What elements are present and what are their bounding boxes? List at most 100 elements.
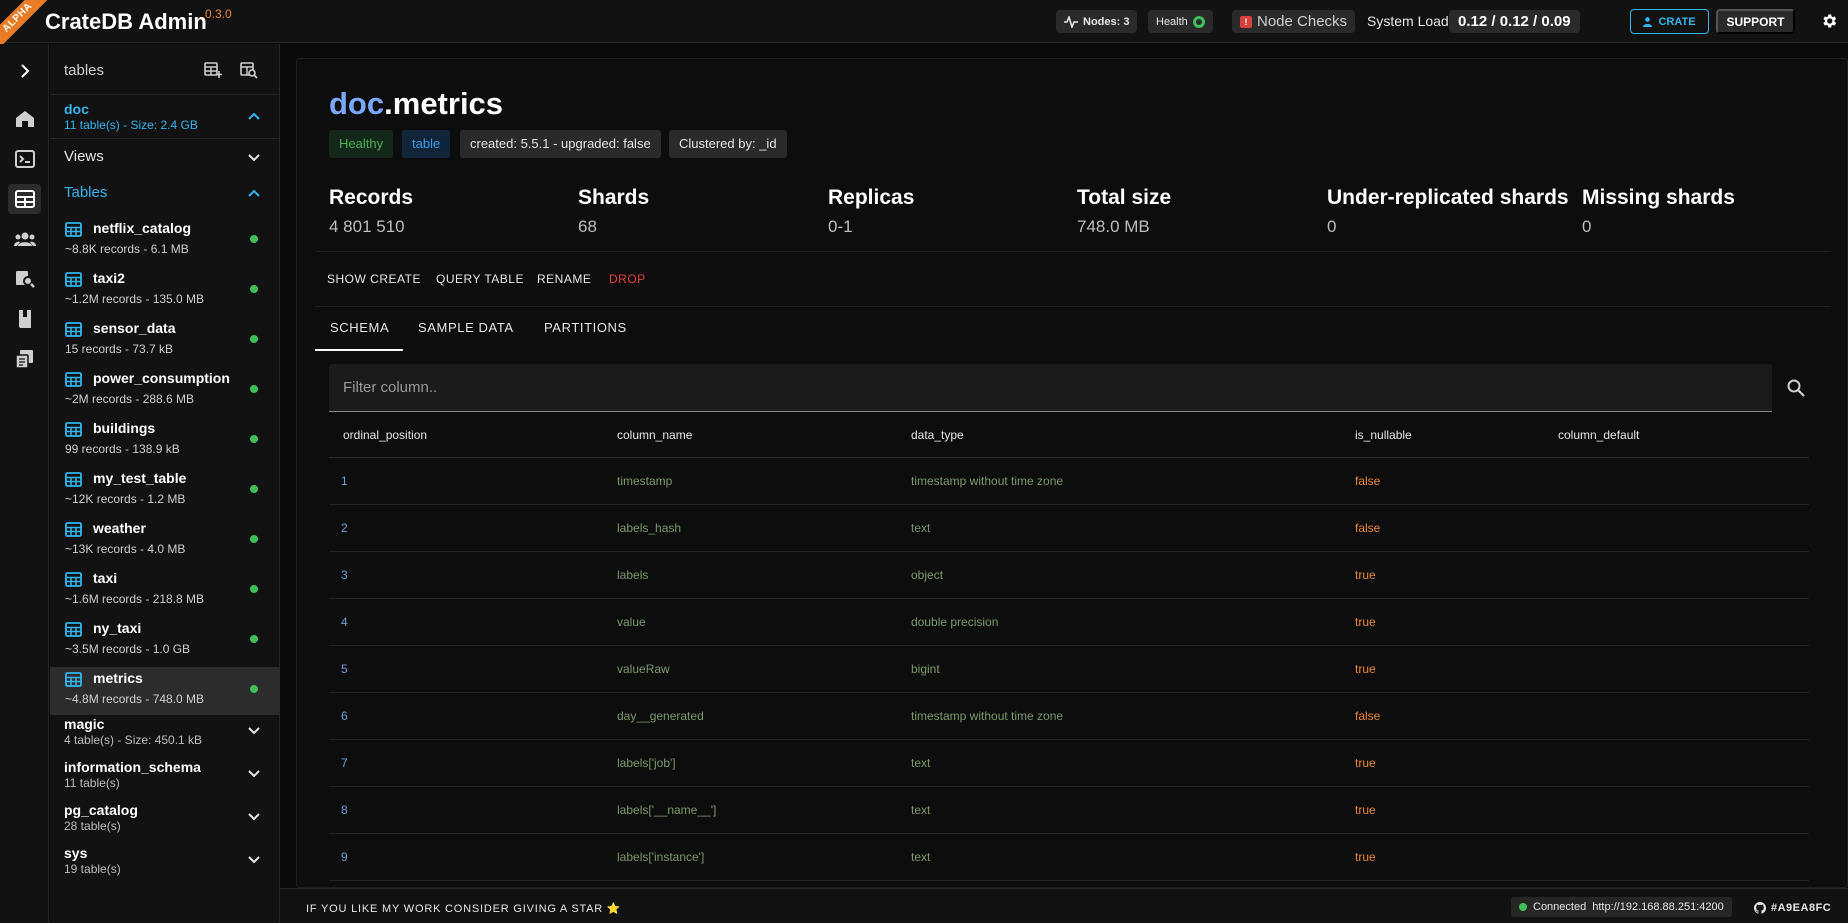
cell-type: timestamp without time zone [911,709,1064,723]
cell-pos: 8 [341,803,348,817]
connection-status: Connected http://192.168.88.251:4200 [1511,897,1732,917]
schema-magic[interactable]: magic 4 table(s) - Size: 450.1 kB [64,716,202,747]
table-row[interactable]: 9 labels['instance'] text true [329,834,1809,881]
table-row[interactable]: 2 labels_hash text false [329,505,1809,552]
column-header[interactable]: column_name [617,428,692,442]
cell-name: labels['instance'] [617,850,705,864]
connected-url: http://192.168.88.251:4200 [1592,901,1724,913]
show-create-button[interactable]: SHOW CREATE [327,272,421,286]
overview-icon[interactable] [8,104,41,134]
filter-column-field[interactable] [329,364,1772,412]
support-button[interactable]: SUPPORT [1716,9,1795,34]
rename-button[interactable]: RENAME [537,272,591,286]
schema-doc[interactable]: doc 11 table(s) - Size: 2.4 GB [64,101,198,132]
system-load-label: System Load [1367,13,1449,29]
query-table-button[interactable]: QUERY TABLE [436,272,524,286]
nodes-chip[interactable]: Nodes: 3 [1056,10,1138,33]
query-search-icon[interactable] [8,264,41,294]
health-chip[interactable]: Health [1148,10,1213,33]
github-commit[interactable]: #A9EA8FC [1754,902,1831,914]
chevron-up-icon[interactable] [247,109,261,123]
table-row[interactable]: 4 value double precision true [329,599,1809,646]
table-row[interactable]: 5 valueRaw bigint true [329,646,1809,693]
health-dot-icon [250,685,258,693]
console-icon[interactable] [8,144,41,174]
column-header[interactable]: ordinal_position [343,428,427,442]
chevron-down-icon[interactable] [247,151,261,165]
users-icon[interactable] [8,224,41,254]
cell-type: text [911,521,931,535]
stat-label: Shards [578,186,650,209]
search-table-icon[interactable] [240,61,258,79]
table-row[interactable]: 3 labels object true [329,552,1809,599]
table-info: ~1.6M records - 218.8 MB [65,592,205,606]
table-name: power_consumption [93,370,230,386]
schema-table-header: ordinal_position column_name data_type i… [329,412,1809,458]
sidebar-table-item[interactable]: power_consumption ~2M records - 288.6 MB [50,367,280,415]
connected-dot-icon [1519,903,1527,911]
cell-pos: 7 [341,756,348,770]
schema-pg-catalog[interactable]: pg_catalog 28 table(s) [64,802,138,833]
crate-button[interactable]: CRATE [1630,9,1709,34]
created-version-badge: created: 5.5.1 - upgraded: false [460,130,661,158]
sidebar-table-item[interactable]: weather ~13K records - 4.0 MB [50,517,280,565]
table-row[interactable]: 8 labels['__name__'] text true [329,787,1809,834]
cell-nullable: true [1355,803,1376,817]
cell-type: bigint [911,662,940,676]
star-message[interactable]: IF YOU LIKE MY WORK CONSIDER GIVING A ST… [306,902,621,915]
chevron-down-icon[interactable] [247,724,261,738]
icon-rail [0,44,49,923]
column-header[interactable]: is_nullable [1355,428,1412,442]
title-schema: doc [329,86,385,121]
stat-missing-shards: Missing shards 0 [1582,186,1735,237]
column-header[interactable]: column_default [1558,428,1639,442]
connected-label: Connected [1533,901,1587,913]
sidebar-table-item[interactable]: metrics ~4.8M records - 748.0 MB [50,667,280,715]
drop-button[interactable]: DROP [609,272,646,286]
tab-partitions[interactable]: PARTITIONS [544,320,627,335]
cell-nullable: false [1355,474,1381,488]
filter-column-input[interactable] [329,364,1772,411]
search-icon[interactable] [1786,378,1806,398]
chevron-up-icon[interactable] [247,186,261,200]
table-row[interactable]: 6 day__generated timestamp without time zo… [329,693,1809,740]
nodes-label: Nodes: 3 [1083,15,1130,28]
tables-icon[interactable] [8,184,41,214]
sidebar-table-item[interactable]: taxi ~1.6M records - 218.8 MB [50,567,280,615]
sidebar-table-item[interactable]: taxi2 ~1.2M records - 135.0 MB [50,267,280,315]
cluster-icon[interactable] [8,344,41,374]
sidebar-table-item[interactable]: sensor_data 15 records - 73.7 kB [50,317,280,365]
table-row[interactable]: 7 labels['job'] text true [329,740,1809,787]
chevron-down-icon[interactable] [247,853,261,867]
table-name: taxi [93,570,118,586]
docs-icon[interactable] [8,304,41,334]
sidebar-heading: tables [64,62,105,79]
column-header[interactable]: data_type [911,428,964,442]
tab-sample-data[interactable]: SAMPLE DATA [418,320,514,335]
schema-doc-summary: 11 table(s) - Size: 2.4 GB [64,118,198,132]
stat-total-size: Total size 748.0 MB [1077,186,1171,237]
schema-sys[interactable]: sys 19 table(s) [64,845,121,876]
sidebar-table-item[interactable]: buildings 99 records - 138.9 kB [50,417,280,465]
chevron-down-icon[interactable] [247,810,261,824]
tab-schema[interactable]: SCHEMA [330,320,389,335]
table-row[interactable]: 1 timestamp timestamp without time zone fal… [329,458,1809,505]
health-status-icon [1192,15,1205,28]
add-table-icon[interactable] [204,61,222,79]
sidebar-table-item[interactable]: ny_taxi ~3.5M records - 1.0 GB [50,617,280,665]
settings-gear-icon[interactable] [1820,12,1838,30]
views-section[interactable]: Views [64,148,104,165]
chevron-down-icon[interactable] [247,767,261,781]
app-title[interactable]: CrateDB Admin [45,9,207,35]
node-checks-chip[interactable]: ! Node Checks [1232,10,1356,33]
table-name: netflix_catalog [93,220,192,236]
sidebar-table-item[interactable]: my_test_table ~12K records - 1.2 MB [50,467,280,515]
schema-information-schema[interactable]: information_schema 11 table(s) [64,759,201,790]
table-icon [65,272,82,287]
tables-section[interactable]: Tables [64,184,107,201]
expand-chevron-icon[interactable] [8,56,41,86]
stat-replicas: Replicas 0-1 [828,186,914,237]
sidebar-table-item[interactable]: netflix_catalog ~8.8K records - 6.1 MB [50,217,280,265]
cell-name: labels_hash [617,521,682,535]
schema-pg-catalog-summary: 28 table(s) [64,819,121,833]
